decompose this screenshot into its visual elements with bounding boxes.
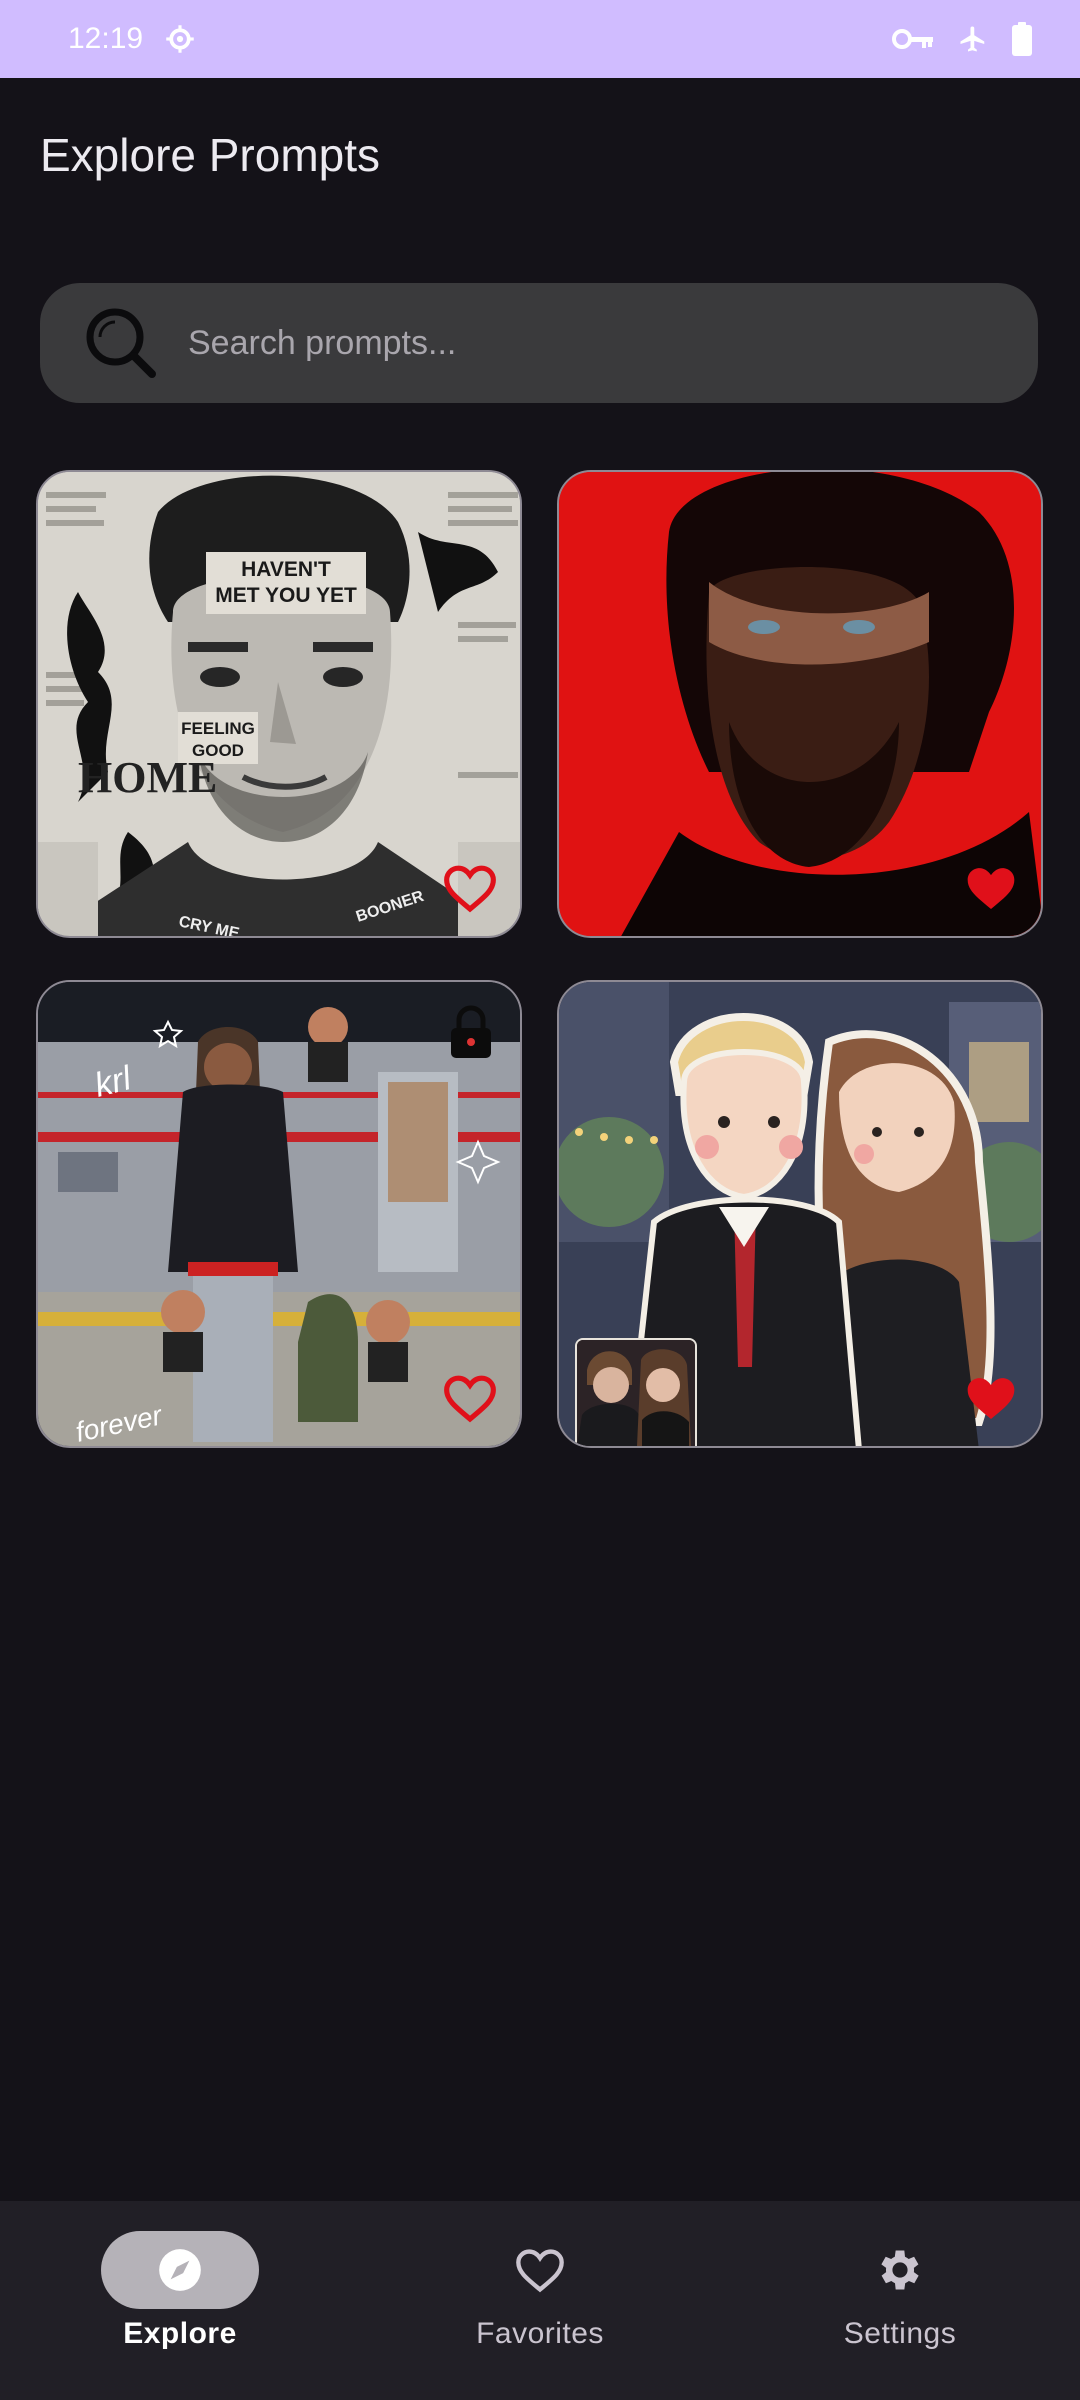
favorite-outline-icon[interactable] xyxy=(442,862,498,914)
reference-photo-thumbnail xyxy=(575,1338,697,1446)
favorite-outline-icon[interactable] xyxy=(442,1372,498,1424)
search-input[interactable] xyxy=(186,322,1010,364)
status-left: 12:19 xyxy=(68,22,195,56)
page-title: Explore Prompts xyxy=(40,129,381,181)
status-right xyxy=(892,22,1032,56)
favorite-filled-icon[interactable] xyxy=(963,1372,1019,1424)
status-bar: 12:19 xyxy=(0,0,1080,78)
settings-gear-small-icon xyxy=(166,25,194,53)
nav-item-settings[interactable]: Settings xyxy=(720,2201,1080,2400)
search-icon xyxy=(86,308,156,378)
bottom-navigation: Explore Favorites Settings xyxy=(0,2201,1080,2400)
nav-label-explore: Explore xyxy=(123,2317,237,2350)
nav-indicator-settings xyxy=(821,2231,979,2309)
nav-indicator-favorites xyxy=(461,2231,619,2309)
card1-feeling-a: FEELING xyxy=(181,719,255,738)
card1-home-text: HOME xyxy=(78,753,217,802)
search-bar[interactable] xyxy=(40,283,1038,403)
nav-item-favorites[interactable]: Favorites xyxy=(360,2201,720,2400)
prompt-card-4[interactable] xyxy=(557,980,1043,1448)
prompt-card-3[interactable]: krl forever xyxy=(36,980,522,1448)
nav-label-settings: Settings xyxy=(843,2317,957,2350)
airplane-mode-icon xyxy=(960,26,985,52)
compass-icon xyxy=(159,2249,201,2291)
nav-item-explore[interactable]: Explore xyxy=(0,2201,360,2400)
prompt-card-2[interactable] xyxy=(557,470,1043,938)
lock-icon xyxy=(451,1005,491,1058)
prompt-card-1[interactable]: HAVEN'T MET YOU YET FEELING GOOD HOME CR… xyxy=(36,470,522,938)
nav-indicator-explore xyxy=(101,2231,259,2309)
card1-headline-b: MET YOU YET xyxy=(215,584,357,607)
heart-outline-icon xyxy=(516,2249,564,2293)
battery-icon xyxy=(1012,22,1032,56)
status-time: 12:19 xyxy=(68,22,144,55)
card1-headline-a: HAVEN'T xyxy=(241,558,331,581)
favorite-filled-icon[interactable] xyxy=(963,862,1019,914)
nav-label-favorites: Favorites xyxy=(476,2317,604,2350)
vpn-key-icon xyxy=(892,29,933,49)
gear-icon xyxy=(881,2250,919,2290)
